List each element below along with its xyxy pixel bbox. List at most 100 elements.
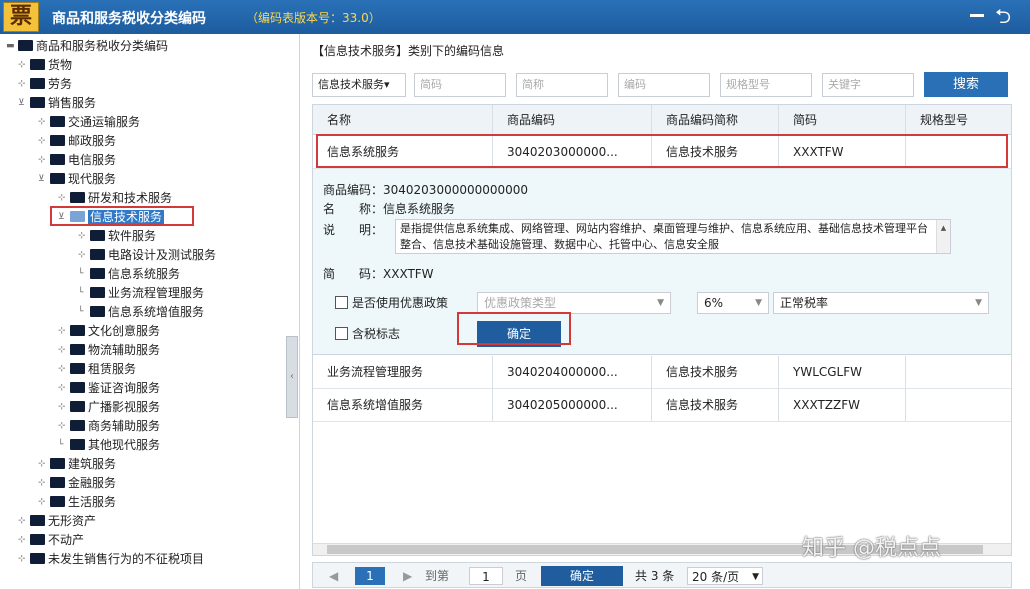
folder-icon	[70, 439, 85, 450]
minimize-icon[interactable]	[970, 14, 984, 17]
tree-node-life-service[interactable]: ⊹ 生活服务	[38, 493, 116, 511]
cell-spec	[906, 389, 1011, 421]
tree-node-postal[interactable]: ⊹ 邮政服务	[38, 132, 116, 150]
goto-page-input[interactable]: 1	[469, 567, 503, 585]
cell-name: 业务流程管理服务	[313, 356, 493, 388]
app-logo: 票	[3, 2, 39, 32]
tree-node-goods[interactable]: ⊹ 货物	[18, 56, 72, 74]
tax-included-checkbox[interactable]	[335, 327, 348, 340]
search-button[interactable]: 搜索	[924, 72, 1008, 97]
prev-page-icon[interactable]: ◀	[329, 567, 338, 585]
folder-icon	[70, 344, 85, 355]
column-header[interactable]: 名称	[313, 105, 493, 134]
per-page-select[interactable]: 20 条/页 ▼	[687, 567, 763, 585]
tax-type-select[interactable]: 正常税率 ▼	[773, 292, 989, 314]
folder-icon	[30, 534, 45, 545]
policy-checkbox[interactable]	[335, 296, 348, 309]
section-heading: 【信息技术服务】类别下的编码信息	[312, 44, 505, 58]
folder-icon	[90, 287, 105, 298]
folder-icon	[30, 78, 45, 89]
spec-input[interactable]: 规格型号	[720, 73, 812, 97]
watermark: 知乎 @税点点	[802, 536, 941, 561]
app-title: 商品和服务税收分类编码	[52, 11, 206, 27]
back-arrow-icon[interactable]: ⮌	[995, 3, 1011, 29]
tree-node-consulting[interactable]: ⊹ 鉴证咨询服务	[58, 379, 160, 397]
folder-icon	[30, 59, 45, 70]
tree-node-non-taxable[interactable]: ⊹ 未发生销售行为的不征税项目	[18, 550, 204, 568]
tree-node-finance[interactable]: ⊹ 金融服务	[38, 474, 116, 492]
tree-node-sales-service[interactable]: ⊻ 销售服务	[18, 94, 96, 112]
tax-rate-select[interactable]: 6% ▼	[697, 292, 769, 314]
tree-node-modern-service[interactable]: ⊻ 现代服务	[38, 170, 116, 188]
tax-included-row[interactable]: 含税标志	[335, 325, 400, 342]
textarea-scrollbar[interactable]: ▲▼	[936, 220, 950, 253]
tree-node-logistics[interactable]: ⊹ 物流辅助服务	[58, 341, 160, 359]
tree-node-construction[interactable]: ⊹ 建筑服务	[38, 455, 116, 473]
page-current[interactable]: 1	[355, 567, 385, 585]
tree-node-leasing[interactable]: ⊹ 租赁服务	[58, 360, 136, 378]
tree-node-labor[interactable]: ⊹ 劳务	[18, 75, 72, 93]
table-row[interactable]: 业务流程管理服务 3040204000000... 信息技术服务 YWLCGLF…	[313, 356, 1011, 389]
folder-icon	[50, 116, 65, 127]
tree-node-bpm[interactable]: └ 业务流程管理服务	[78, 284, 204, 302]
folder-icon	[70, 382, 85, 393]
highlight-box-row	[316, 134, 1008, 168]
table-row[interactable]: 信息系统增值服务 3040205000000... 信息技术服务 XXXTZZF…	[313, 389, 1011, 422]
folder-icon	[90, 268, 105, 279]
tree-node-circuit[interactable]: ⊹ 电路设计及测试服务	[78, 246, 216, 264]
keyword-input[interactable]: 关键字	[822, 73, 914, 97]
policy-type-select[interactable]: 优惠政策类型 ▼	[477, 292, 671, 314]
detail-code: 商品编码：3040203000000000000	[323, 183, 529, 197]
folder-icon	[90, 249, 105, 260]
folder-icon	[50, 477, 65, 488]
tree-node-business-aux[interactable]: ⊹ 商务辅助服务	[58, 417, 160, 435]
folder-icon	[50, 135, 65, 146]
code-input[interactable]: 编码	[618, 73, 710, 97]
column-header[interactable]: 规格型号	[906, 105, 1011, 134]
folder-icon	[18, 40, 33, 51]
folder-icon	[70, 192, 85, 203]
short-name-input[interactable]: 简称	[516, 73, 608, 97]
panel-splitter[interactable]: ‹	[286, 336, 298, 418]
column-header[interactable]: 商品编码	[493, 105, 652, 134]
goto-confirm-button[interactable]: 确定	[541, 566, 623, 586]
tax-type-value: 正常税率	[780, 296, 829, 310]
highlight-box-confirm	[457, 312, 571, 345]
folder-icon	[70, 363, 85, 374]
folder-icon	[90, 306, 105, 317]
description-textarea[interactable]: 是指提供信息系统集成、网络管理、网站内容维护、桌面管理与维护、信息系统应用、基础…	[395, 219, 951, 254]
tree-node-transport[interactable]: ⊹ 交通运输服务	[38, 113, 140, 131]
total-count: 共 3 条	[635, 569, 675, 583]
category-select[interactable]: 信息技术服务▾	[312, 73, 406, 97]
detail-name: 名 称：信息系统服务	[323, 202, 456, 216]
tree-node-root[interactable]: ▬ 商品和服务税收分类编码	[6, 37, 168, 55]
folder-icon	[50, 154, 65, 165]
next-page-icon[interactable]: ▶	[403, 567, 412, 585]
column-header[interactable]: 简码	[779, 105, 906, 134]
folder-icon	[50, 458, 65, 469]
tree-node-other-modern[interactable]: └ 其他现代服务	[58, 436, 160, 454]
folder-icon	[50, 173, 65, 184]
cell-short: 信息技术服务	[652, 389, 779, 421]
folder-icon	[70, 420, 85, 431]
policy-type-value: 优惠政策类型	[484, 296, 557, 310]
short-code-input[interactable]: 简码	[414, 73, 506, 97]
chevron-down-icon: ▼	[752, 572, 759, 582]
page-unit-label: 页	[515, 569, 528, 583]
tree-node-rd[interactable]: ⊹ 研发和技术服务	[58, 189, 172, 207]
tree-node-real-estate[interactable]: ⊹ 不动产	[18, 531, 84, 549]
folder-icon	[70, 325, 85, 336]
tree-node-info-system[interactable]: └ 信息系统服务	[78, 265, 180, 283]
tree-node-telecom[interactable]: ⊹ 电信服务	[38, 151, 116, 169]
folder-icon	[50, 496, 65, 507]
tree-node-software[interactable]: ⊹ 软件服务	[78, 227, 156, 245]
tree-node-culture[interactable]: ⊹ 文化创意服务	[58, 322, 160, 340]
cell-code: 3040205000000...	[493, 389, 652, 421]
column-header[interactable]: 商品编码简称	[652, 105, 779, 134]
policy-checkbox-row[interactable]: 是否使用优惠政策	[335, 294, 448, 311]
highlight-box-tree	[50, 206, 194, 226]
tree-node-info-value-added[interactable]: └ 信息系统增值服务	[78, 303, 204, 321]
detail-panel: 商品编码：3040203000000000000 名 称：信息系统服务 说 明：…	[313, 169, 1011, 355]
tree-node-broadcast[interactable]: ⊹ 广播影视服务	[58, 398, 160, 416]
tree-node-intangible[interactable]: ⊹ 无形资产	[18, 512, 96, 530]
